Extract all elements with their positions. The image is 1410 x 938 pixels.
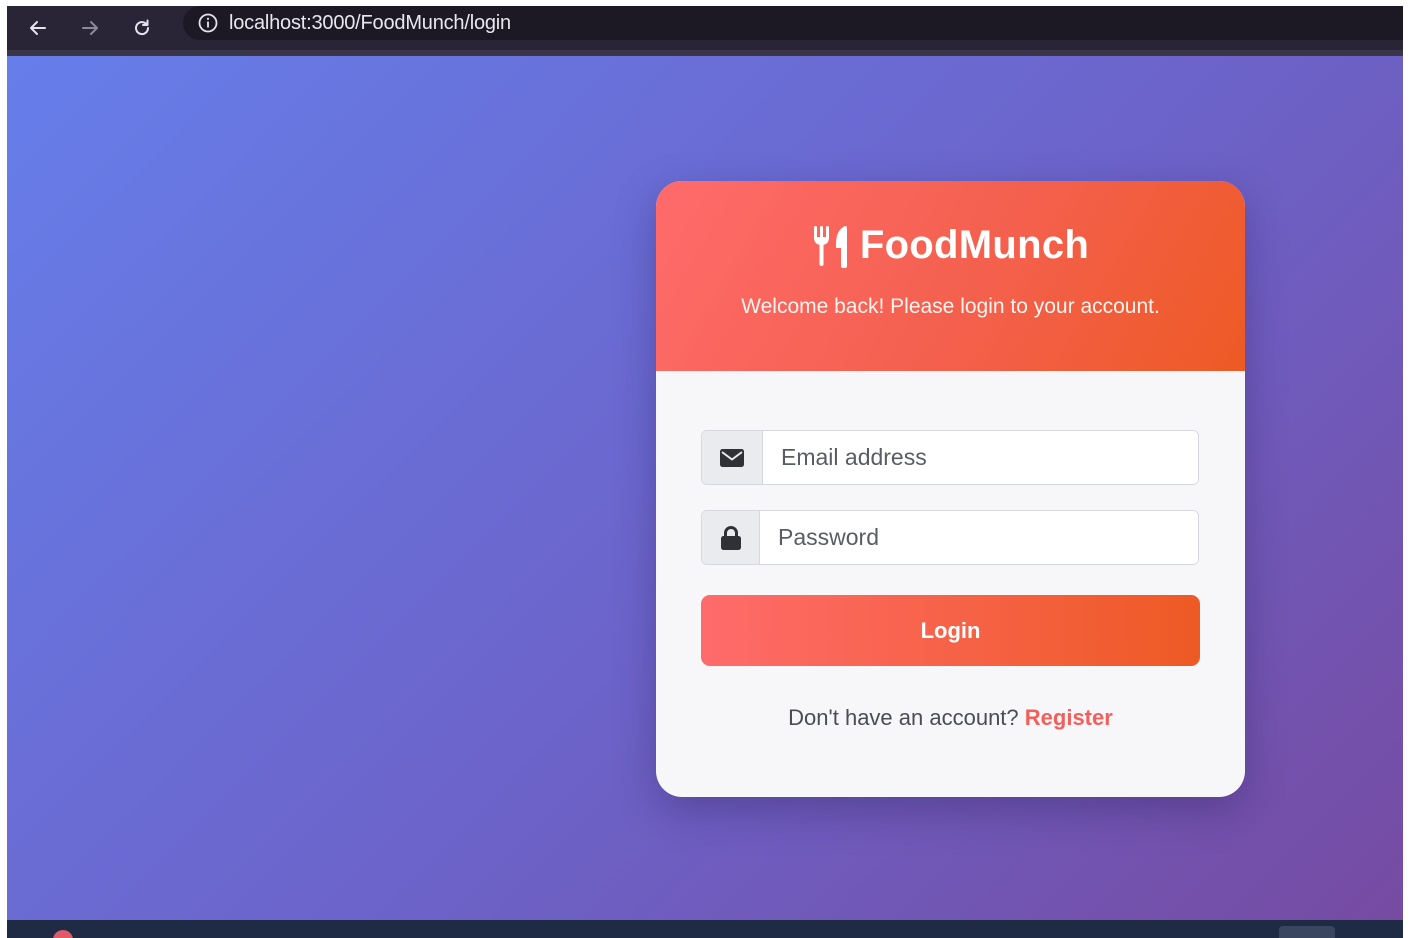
os-taskbar (7, 920, 1403, 938)
browser-window: localhost:3000/FoodMunch/login FoodMunch… (7, 6, 1403, 938)
email-icon-addon (702, 431, 763, 484)
arrow-left-icon (30, 21, 46, 35)
arrow-right-icon (82, 21, 98, 35)
register-prompt-text: Don't have an account? (788, 705, 1025, 730)
page-background: FoodMunch Welcome back! Please login to … (7, 56, 1403, 920)
register-prompt: Don't have an account? Register (656, 705, 1245, 731)
browser-toolbar: localhost:3000/FoodMunch/login (7, 6, 1403, 50)
lock-icon (720, 525, 741, 550)
utensils-icon (813, 225, 847, 268)
password-icon-addon (702, 511, 760, 564)
reload-icon (135, 19, 150, 36)
address-bar[interactable]: localhost:3000/FoodMunch/login (183, 6, 1403, 40)
login-button[interactable]: Login (701, 595, 1200, 666)
login-card: FoodMunch Welcome back! Please login to … (656, 181, 1245, 797)
email-field (701, 430, 1199, 485)
reload-button[interactable] (125, 11, 159, 45)
forward-button[interactable] (73, 11, 107, 45)
register-link[interactable]: Register (1025, 705, 1113, 730)
password-field (701, 510, 1199, 565)
password-input[interactable] (760, 511, 1198, 564)
brand-name: FoodMunch (859, 223, 1090, 267)
brand: FoodMunch (656, 223, 1245, 268)
welcome-subtitle: Welcome back! Please login to your accou… (741, 295, 1160, 318)
email-input[interactable] (763, 431, 1198, 484)
url-text[interactable]: localhost:3000/FoodMunch/login (229, 12, 511, 35)
card-header: FoodMunch Welcome back! Please login to … (656, 181, 1245, 371)
back-button[interactable] (21, 11, 55, 45)
envelope-icon (720, 448, 744, 467)
taskbar-button[interactable] (1279, 926, 1335, 938)
info-icon[interactable] (197, 12, 219, 34)
taskbar-app-icon[interactable] (53, 930, 73, 938)
